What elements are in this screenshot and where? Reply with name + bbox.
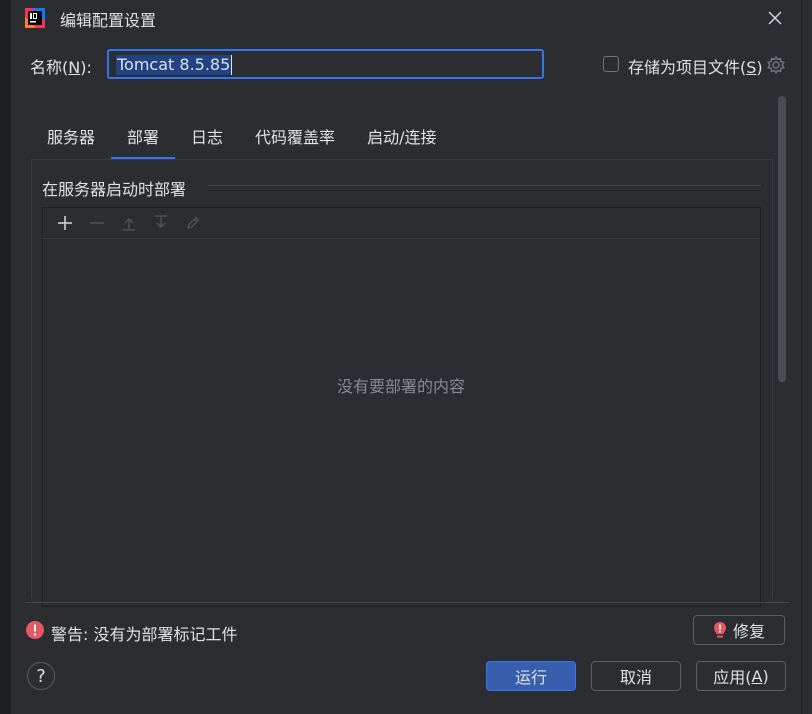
dialog-title: 编辑配置设置 xyxy=(60,11,157,30)
move-up-icon xyxy=(123,217,135,231)
lightbulb-error-icon xyxy=(713,622,726,638)
run-button[interactable]: 运行 xyxy=(486,661,576,691)
apply-button[interactable]: 应用(A) xyxy=(696,661,786,691)
scrollbar-thumb[interactable] xyxy=(778,96,786,382)
deployment-toolbar xyxy=(43,208,760,239)
deployment-list[interactable] xyxy=(42,207,761,607)
tab-bar: 服务器 部署 日志 代码覆盖率 启动/连接 xyxy=(31,116,452,160)
intellij-idea-icon xyxy=(24,7,46,29)
store-as-project-file-label[interactable]: 存储为项目文件(S) xyxy=(628,54,763,78)
move-down-button[interactable] xyxy=(145,208,177,239)
gear-icon[interactable] xyxy=(766,55,786,75)
tab-logs[interactable]: 日志 xyxy=(175,116,239,160)
fix-button[interactable]: 修复 xyxy=(693,615,785,645)
add-button[interactable] xyxy=(49,208,81,239)
name-input-value[interactable]: Tomcat 8.5.85 xyxy=(116,55,233,75)
panel-border xyxy=(31,159,32,599)
fix-button-label: 修复 xyxy=(732,622,765,641)
section-divider xyxy=(208,185,761,186)
cancel-button[interactable]: 取消 xyxy=(591,661,681,691)
add-icon xyxy=(58,216,72,230)
background-edge xyxy=(0,0,10,714)
warning-message: 警告: 没有为部署标记工件 xyxy=(51,625,238,644)
move-up-button[interactable] xyxy=(113,208,145,239)
empty-list-message: 没有要部署的内容 xyxy=(337,377,466,396)
panel-border xyxy=(772,159,773,599)
tab-code-coverage[interactable]: 代码覆盖率 xyxy=(239,116,351,160)
tab-deployment[interactable]: 部署 xyxy=(111,116,176,160)
footer-divider xyxy=(25,602,789,603)
close-button[interactable] xyxy=(763,6,787,30)
panel-border xyxy=(31,159,773,160)
remove-icon xyxy=(90,222,104,224)
name-label: 名称(N): xyxy=(30,58,92,77)
name-input[interactable]: Tomcat 8.5.85 xyxy=(107,49,544,79)
help-button[interactable]: ? xyxy=(27,662,55,690)
edit-configuration-dialog: 编辑配置设置 名称(N): Tomcat 8.5.85 存储为项目文件(S) 服… xyxy=(10,0,802,714)
remove-button[interactable] xyxy=(81,208,113,239)
move-down-icon xyxy=(155,215,167,229)
warning-icon xyxy=(25,620,45,640)
edit-icon xyxy=(186,216,200,230)
tab-startup-connection[interactable]: 启动/连接 xyxy=(351,116,452,160)
edit-button[interactable] xyxy=(177,208,209,239)
section-title: 在服务器启动时部署 xyxy=(42,180,187,199)
store-as-project-file-checkbox[interactable] xyxy=(603,56,619,72)
tab-server[interactable]: 服务器 xyxy=(31,116,111,160)
close-icon xyxy=(768,11,782,25)
